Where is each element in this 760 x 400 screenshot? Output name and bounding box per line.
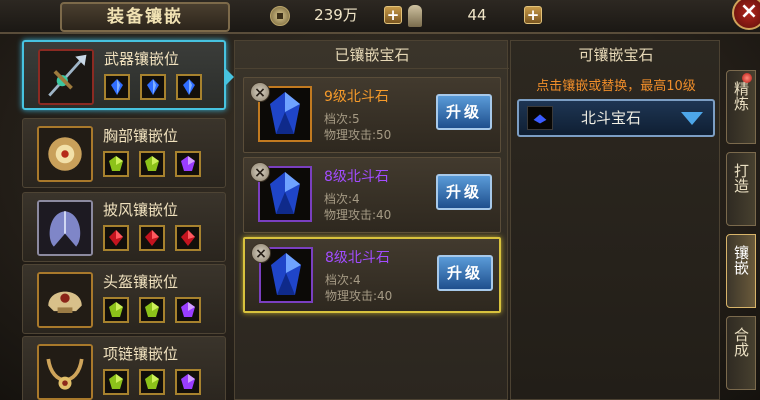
available-header: 可镶嵌宝石: [578, 46, 654, 64]
slot-weapon[interactable]: 武器镶嵌位: [22, 40, 234, 110]
slot-label: 胸部镶嵌位: [103, 127, 179, 145]
available-gems-panel: 可镶嵌宝石 点击镶嵌或替换，最高10级 北斗宝石: [510, 40, 720, 400]
slot-chest[interactable]: 胸部镶嵌位: [22, 118, 226, 188]
tab-refine[interactable]: 精炼: [726, 70, 756, 144]
gem-socket[interactable]: [103, 297, 129, 323]
gem-socket[interactable]: [175, 225, 201, 251]
upgrade-button[interactable]: 升级: [437, 255, 493, 291]
upgrade-button[interactable]: 升级: [436, 174, 492, 210]
helmet-icon: [37, 272, 93, 328]
dropdown-selected: 北斗宝石: [581, 109, 642, 127]
gem-grade: 档次:4: [324, 192, 360, 206]
slot-label: 项链镶嵌位: [103, 345, 179, 363]
gem-socket[interactable]: [103, 369, 129, 395]
stamina-icon: [408, 5, 422, 27]
slot-label: 武器镶嵌位: [104, 50, 180, 68]
gem-attack: 物理攻击:40: [325, 289, 393, 303]
chest-armor-icon: [37, 126, 93, 182]
gem-name: 8级北斗石: [325, 250, 390, 266]
gem-socket[interactable]: [104, 74, 130, 100]
gem-socket[interactable]: [140, 74, 166, 100]
remove-gem-button[interactable]: ×: [250, 162, 270, 182]
coin-icon: [270, 6, 290, 26]
top-bar: 装备镶嵌 239万 + 44 + ×: [0, 0, 760, 34]
stamina-value: 44: [467, 6, 487, 24]
gem-attack: 物理攻击:40: [324, 208, 392, 222]
slot-label: 头盔镶嵌位: [103, 273, 179, 291]
equipment-slot-list: 武器镶嵌位 胸部镶嵌位 披风镶嵌位 头盔镶嵌位 项链镶嵌位: [22, 40, 234, 400]
side-tabs: 精炼 打造 镶嵌 合成: [726, 70, 756, 400]
gem-name: 8级北斗石: [324, 169, 389, 185]
game-window: 装备镶嵌 239万 + 44 + × 武器镶嵌位 胸部镶嵌位 披风镶嵌位 头盔镶…: [0, 0, 760, 400]
gem-socket[interactable]: [175, 297, 201, 323]
inlaid-gem-row-selected[interactable]: × 8级北斗石 档次:4 物理攻击:40 升级: [243, 237, 501, 313]
gem-grade: 档次:4: [325, 273, 361, 287]
remove-gem-button[interactable]: ×: [251, 243, 271, 263]
slot-helmet[interactable]: 头盔镶嵌位: [22, 264, 226, 334]
gem-small-icon: [527, 106, 553, 130]
inlaid-gem-row[interactable]: × 9级北斗石 档次:5 物理攻击:50 升级: [243, 77, 501, 153]
weapon-icon: [38, 49, 94, 105]
selection-pointer: [225, 68, 234, 86]
gem-grade: 档次:5: [324, 112, 360, 126]
tab-forge[interactable]: 打造: [726, 152, 756, 226]
gem-type-dropdown[interactable]: 北斗宝石: [517, 99, 715, 137]
tab-label: 合成: [732, 327, 750, 357]
inlaid-gem-row[interactable]: × 8级北斗石 档次:4 物理攻击:40 升级: [243, 157, 501, 233]
necklace-icon: [37, 344, 93, 400]
cape-icon: [37, 200, 93, 256]
gem-socket[interactable]: [139, 151, 165, 177]
gem-attack: 物理攻击:50: [324, 128, 392, 142]
tab-label: 镶嵌: [732, 245, 750, 275]
money-value: 239万: [314, 6, 358, 24]
gem-socket[interactable]: [139, 225, 165, 251]
tab-label: 精炼: [732, 81, 750, 111]
tab-combine[interactable]: 合成: [726, 316, 756, 390]
remove-gem-button[interactable]: ×: [250, 82, 270, 102]
panel-title: 装备镶嵌: [60, 2, 230, 32]
gem-socket[interactable]: [175, 151, 201, 177]
gem-socket[interactable]: [139, 297, 165, 323]
slot-necklace[interactable]: 项链镶嵌位: [22, 336, 226, 400]
gem-name: 9级北斗石: [324, 89, 389, 105]
notification-dot: [742, 73, 752, 83]
gem-socket[interactable]: [176, 74, 202, 100]
gem-socket[interactable]: [103, 151, 129, 177]
add-money-button[interactable]: +: [384, 6, 402, 24]
gem-socket[interactable]: [175, 369, 201, 395]
slot-cape[interactable]: 披风镶嵌位: [22, 192, 226, 262]
inlaid-gems-panel: 已镶嵌宝石 × 9级北斗石 档次:5 物理攻击:50 升级 × 8级北斗石 档次…: [234, 40, 509, 400]
chevron-down-icon[interactable]: [681, 112, 703, 125]
close-button[interactable]: ×: [732, 0, 760, 30]
upgrade-button[interactable]: 升级: [436, 94, 492, 130]
inlay-hint: 点击镶嵌或替换，最高10级: [536, 79, 696, 94]
inlaid-header: 已镶嵌宝石: [235, 41, 509, 69]
gem-socket[interactable]: [103, 225, 129, 251]
gem-socket[interactable]: [139, 369, 165, 395]
add-stamina-button[interactable]: +: [524, 6, 542, 24]
tab-label: 打造: [732, 163, 750, 193]
slot-label: 披风镶嵌位: [103, 201, 179, 219]
tab-inlay[interactable]: 镶嵌: [726, 234, 756, 308]
